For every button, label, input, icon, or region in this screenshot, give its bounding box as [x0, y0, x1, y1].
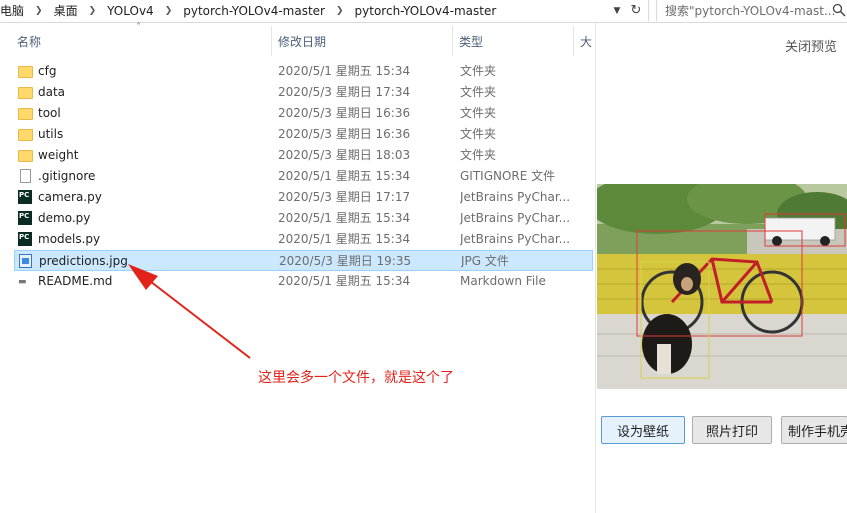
search-icon[interactable]: [832, 3, 846, 17]
search-input[interactable]: [657, 2, 842, 19]
image-preview: [597, 184, 847, 389]
make-phone-case-button[interactable]: 制作手机壳: [781, 416, 847, 444]
address-history-dropdown-icon[interactable]: ▼: [608, 0, 626, 21]
preview-pane: 关闭预览 设为壁纸 照片打印 制作手机壳: [595, 23, 847, 513]
annotation-arrow-icon: [128, 264, 251, 359]
close-preview-link[interactable]: 关闭预览: [785, 36, 837, 55]
photo-print-button[interactable]: 照片打印: [692, 416, 772, 444]
set-wallpaper-button[interactable]: 设为壁纸: [601, 416, 685, 444]
search-box[interactable]: [656, 0, 847, 21]
annotation-text: 这里会多一个文件，就是这个了: [258, 370, 454, 386]
refresh-icon[interactable]: ↻: [626, 0, 646, 21]
